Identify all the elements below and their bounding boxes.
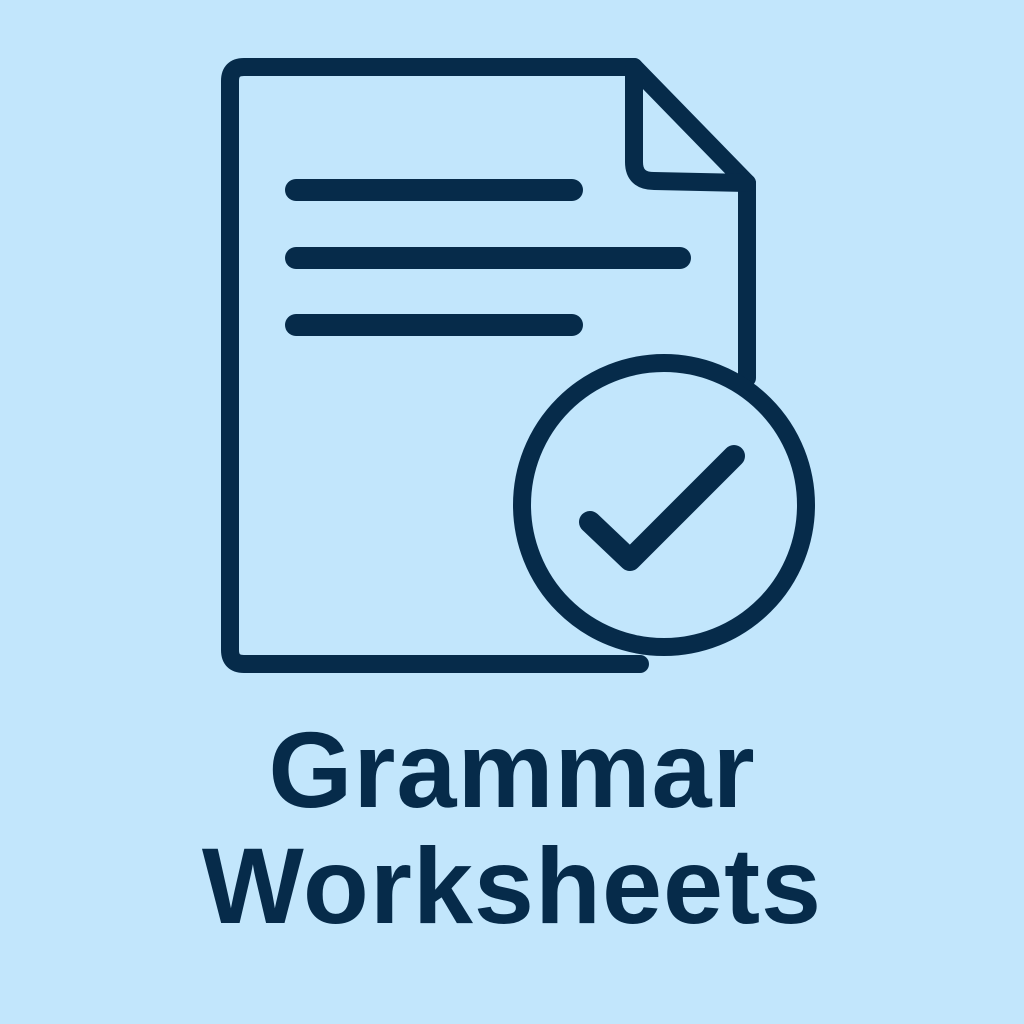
worksheet-document-icon: [221, 58, 815, 673]
caption-line-1: Grammar: [268, 709, 756, 830]
tile-caption: Grammar Worksheets: [0, 712, 1024, 944]
caption-line-2: Worksheets: [201, 825, 823, 946]
grammar-worksheets-tile: Grammar Worksheets: [0, 0, 1024, 1024]
checkmark-badge-icon: [513, 354, 815, 656]
